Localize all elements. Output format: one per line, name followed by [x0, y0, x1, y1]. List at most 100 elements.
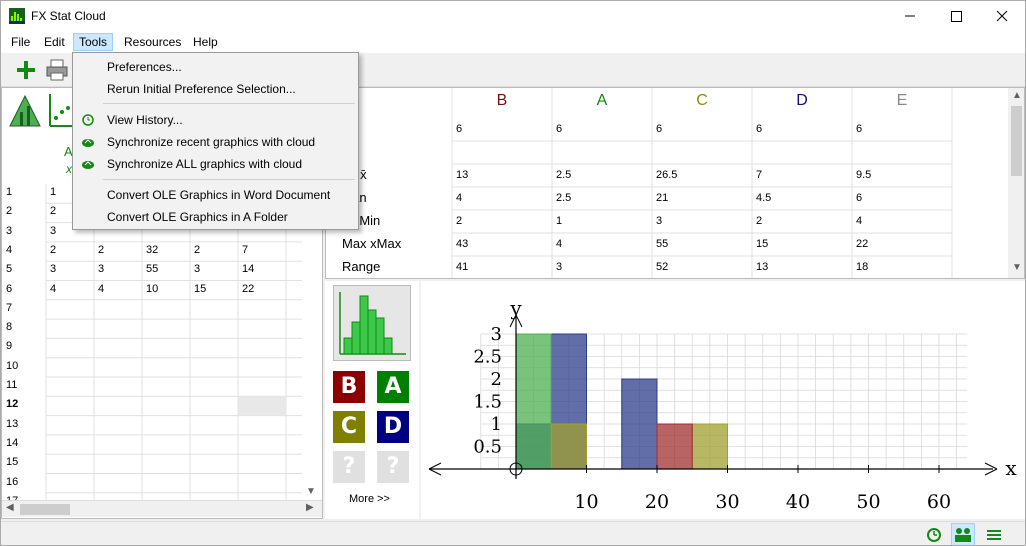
column-button-empty[interactable]: ? [377, 451, 409, 483]
menu-item-rerun-preferences[interactable]: Rerun Initial Preference Selection... [107, 82, 296, 96]
stat-value[interactable]: 3 [652, 215, 662, 227]
scrollbar-thumb[interactable] [20, 504, 70, 515]
stat-value[interactable]: 2.5 [552, 192, 571, 204]
scroll-left-icon[interactable]: ◀ [6, 502, 14, 513]
users-button[interactable] [951, 523, 975, 545]
table-cell[interactable]: 3 [46, 225, 56, 237]
menu-item-convert-folder[interactable]: Convert OLE Graphics in A Folder [107, 210, 288, 224]
menu-resources[interactable]: Resources [118, 33, 187, 51]
row-number[interactable]: 1 [6, 186, 36, 198]
table-cell[interactable]: 3 [94, 263, 104, 275]
table-cell[interactable]: 32 [142, 244, 158, 256]
stat-value[interactable]: 52 [652, 261, 668, 273]
stat-value[interactable]: 3 [552, 261, 562, 273]
menu-icon[interactable] [985, 526, 1003, 544]
stat-value[interactable]: 43 [452, 238, 468, 250]
stats-column-header[interactable]: B [452, 92, 552, 120]
row-number[interactable]: 8 [6, 321, 36, 333]
stat-value[interactable]: 6 [552, 123, 562, 135]
table-cell[interactable]: 10 [142, 283, 158, 295]
stat-value[interactable]: 9.5 [852, 169, 871, 181]
maximize-button[interactable] [933, 1, 979, 31]
add-icon[interactable] [15, 59, 37, 81]
row-number[interactable]: 13 [6, 418, 36, 430]
column-button-empty[interactable]: ? [333, 451, 365, 483]
stat-value[interactable]: 1 [552, 215, 562, 227]
stat-value[interactable]: 4.5 [752, 192, 771, 204]
stat-value[interactable]: 2.5 [552, 169, 571, 181]
more-link[interactable]: More >> [349, 493, 390, 505]
table-cell[interactable]: 15 [190, 283, 206, 295]
scrollbar-thumb[interactable] [1011, 106, 1022, 176]
stat-value[interactable]: 13 [752, 261, 768, 273]
row-number[interactable]: 6 [6, 283, 36, 295]
stat-value[interactable]: 13 [452, 169, 468, 181]
menu-item-preferences[interactable]: Preferences... [107, 60, 182, 74]
scroll-up-icon[interactable]: ▲ [1012, 90, 1022, 101]
column-button-b[interactable]: B [333, 371, 365, 403]
row-number[interactable]: 10 [6, 360, 36, 372]
scroll-down-icon[interactable]: ▼ [1012, 262, 1022, 273]
stat-value[interactable]: 22 [852, 238, 868, 250]
stat-value[interactable]: 6 [652, 123, 662, 135]
vertical-scrollbar[interactable]: ▲ ▼ [1008, 88, 1024, 278]
print-icon[interactable] [45, 58, 69, 82]
table-cell[interactable]: 55 [142, 263, 158, 275]
table-cell[interactable]: 2 [190, 244, 200, 256]
stat-value[interactable]: 55 [652, 238, 668, 250]
stat-value[interactable]: 6 [852, 192, 862, 204]
close-button[interactable] [979, 1, 1025, 31]
row-number[interactable]: 9 [6, 340, 36, 352]
row-number[interactable]: 15 [6, 456, 36, 468]
table-cell[interactable]: 22 [238, 283, 254, 295]
row-number[interactable]: 3 [6, 225, 36, 237]
stat-value[interactable]: 21 [652, 192, 668, 204]
menu-help[interactable]: Help [187, 33, 224, 51]
stat-value[interactable]: 4 [552, 238, 562, 250]
stats-column-header[interactable]: D [752, 92, 852, 120]
row-number[interactable]: 14 [6, 437, 36, 449]
stat-value[interactable]: 4 [452, 192, 462, 204]
table-cell[interactable]: 2 [46, 244, 56, 256]
stat-value[interactable]: 6 [852, 123, 862, 135]
stat-value[interactable]: 6 [452, 123, 462, 135]
table-cell[interactable]: 4 [94, 283, 104, 295]
row-number[interactable]: 12 [6, 398, 36, 410]
menu-tools[interactable]: Tools [73, 33, 114, 51]
menu-item-sync-all[interactable]: Synchronize ALL graphics with cloud [107, 157, 302, 171]
minimize-button[interactable] [887, 1, 933, 31]
stat-value[interactable]: 41 [452, 261, 468, 273]
table-cell[interactable]: 2 [94, 244, 104, 256]
menu-item-sync-recent[interactable]: Synchronize recent graphics with cloud [107, 135, 315, 149]
menu-item-convert-word[interactable]: Convert OLE Graphics in Word Document [107, 188, 330, 202]
table-cell[interactable]: 7 [238, 244, 248, 256]
stat-value[interactable]: 6 [752, 123, 762, 135]
column-button-a[interactable]: A [377, 371, 409, 403]
stat-value[interactable]: 18 [852, 261, 868, 273]
stats-column-header[interactable]: A [552, 92, 652, 120]
stat-value[interactable]: 15 [752, 238, 768, 250]
row-number[interactable]: 16 [6, 476, 36, 488]
stat-value[interactable]: 2 [452, 215, 462, 227]
horizontal-scrollbar[interactable]: ◀ ▶ [2, 500, 322, 517]
row-number[interactable]: 7 [6, 302, 36, 314]
stat-value[interactable]: 4 [852, 215, 862, 227]
history-icon[interactable] [925, 526, 943, 544]
table-cell[interactable]: 1 [46, 186, 56, 198]
scroll-right-icon[interactable]: ▶ [306, 502, 314, 513]
histogram-thumbnail[interactable] [333, 285, 411, 361]
column-button-d[interactable]: D [377, 411, 409, 443]
row-number[interactable]: 5 [6, 263, 36, 275]
stat-value[interactable]: 7 [752, 169, 762, 181]
menu-item-view-history[interactable]: View History... [107, 113, 183, 127]
table-cell[interactable]: 14 [238, 263, 254, 275]
table-cell[interactable]: 3 [190, 263, 200, 275]
table-cell[interactable]: 2 [46, 205, 56, 217]
row-number[interactable]: 2 [6, 205, 36, 217]
scroll-down-icon[interactable]: ▼ [306, 486, 316, 497]
stats-column-header[interactable]: E [852, 92, 952, 120]
table-cell[interactable]: 3 [46, 263, 56, 275]
stat-value[interactable]: 26.5 [652, 169, 677, 181]
stat-value[interactable]: 2 [752, 215, 762, 227]
table-cell[interactable]: 4 [46, 283, 56, 295]
